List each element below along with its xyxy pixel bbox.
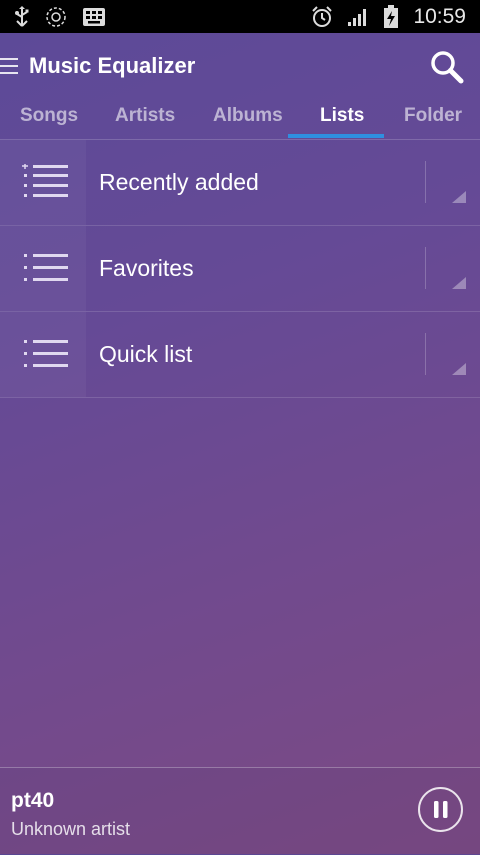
- tab-bar: Songs Artists Albums Lists Folder: [0, 99, 480, 140]
- tab-artists[interactable]: Artists: [115, 105, 175, 127]
- item-divider: [425, 161, 426, 203]
- status-bar: 10:59: [0, 0, 480, 33]
- active-tab-indicator: [288, 134, 384, 138]
- now-playing-title: pt40: [11, 789, 55, 812]
- playlist-list: Recently added Favorites Quick list: [0, 140, 480, 398]
- app-bar: Music Equalizer: [0, 33, 480, 99]
- hamburger-icon[interactable]: [0, 57, 18, 80]
- item-divider: [425, 333, 426, 375]
- playlist-icon: [24, 340, 68, 367]
- usb-icon: [14, 5, 30, 28]
- tab-songs[interactable]: Songs: [20, 105, 78, 127]
- signal-icon: [347, 7, 369, 27]
- app-title[interactable]: Music Equalizer: [29, 53, 195, 79]
- list-item-label: Quick list: [99, 341, 193, 367]
- status-time: 10:59: [413, 4, 466, 28]
- tab-lists[interactable]: Lists: [320, 105, 364, 127]
- now-playing-artist: Unknown artist: [11, 819, 131, 839]
- pause-button[interactable]: [418, 787, 463, 832]
- now-playing-bar[interactable]: pt40 Unknown artist: [0, 767, 480, 855]
- list-item-label: Favorites: [99, 255, 194, 281]
- search-icon[interactable]: [430, 50, 464, 89]
- status-left-icons: [14, 5, 106, 29]
- list-item-quick-list[interactable]: Quick list: [0, 312, 480, 398]
- pause-icon: [434, 801, 448, 818]
- list-icon-box: [0, 312, 86, 397]
- list-icon-box: [0, 140, 86, 225]
- item-divider: [425, 247, 426, 289]
- playlist-icon: [24, 254, 68, 281]
- list-item-recently-added[interactable]: Recently added: [0, 140, 480, 226]
- alarm-icon: [311, 5, 333, 28]
- status-right-icons: 10:59: [311, 4, 466, 29]
- list-item-favorites[interactable]: Favorites: [0, 226, 480, 312]
- tab-albums[interactable]: Albums: [213, 105, 283, 127]
- overflow-corner-icon[interactable]: [452, 190, 466, 208]
- playlist-add-icon: [22, 164, 68, 197]
- overflow-corner-icon[interactable]: [452, 362, 466, 380]
- tab-folder[interactable]: Folder: [404, 105, 462, 127]
- list-icon-box: [0, 226, 86, 311]
- list-item-label: Recently added: [99, 169, 259, 195]
- keyboard-icon: [82, 7, 106, 27]
- sync-icon: [44, 5, 68, 29]
- overflow-corner-icon[interactable]: [452, 276, 466, 294]
- battery-charging-icon: [383, 4, 399, 29]
